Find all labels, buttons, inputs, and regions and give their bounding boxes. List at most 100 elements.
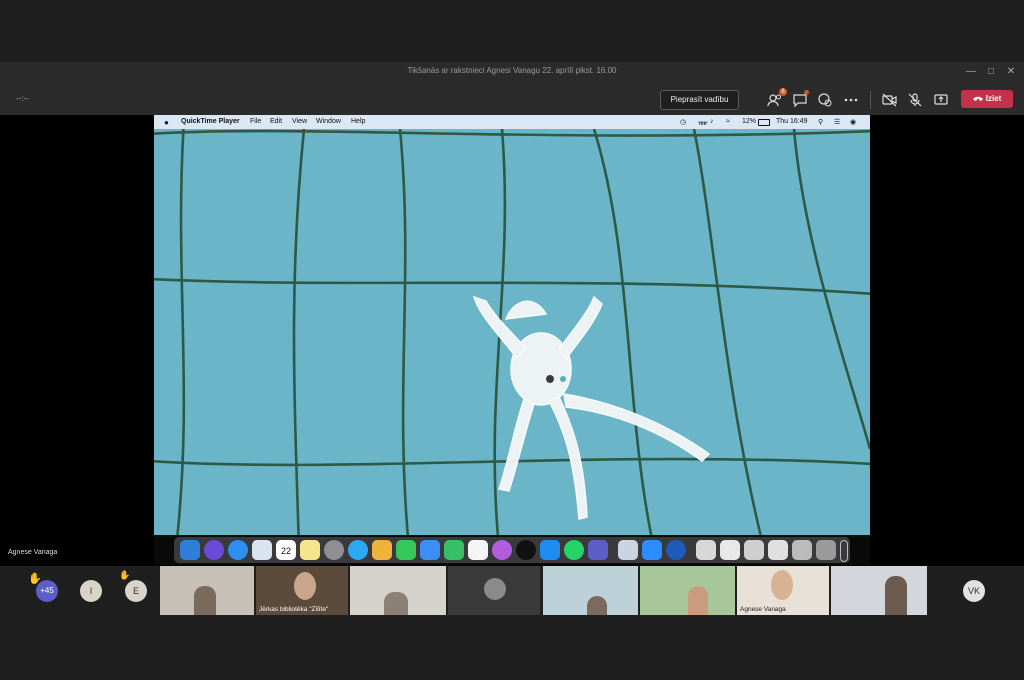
podcasts-icon[interactable] [492,540,512,560]
mac-dock: 22 [174,537,850,563]
participant-figure [384,592,408,615]
control-center-icon: ☰ [834,119,841,126]
battery-percent: 12% [742,118,757,125]
toolbar-separator [870,91,871,109]
person-placeholder-icon [484,578,506,600]
menu-help: Help [351,118,366,125]
downloads-thumb-icon[interactable] [792,540,812,560]
system-preferences-icon[interactable] [324,540,344,560]
participant-avatar-i[interactable]: I [80,580,102,602]
menu-view: View [292,118,308,125]
wifi-icon: ≈ [726,118,730,125]
participant-label: Agnese Vanaga [740,606,786,613]
shared-screen: ● QuickTime Player File Edit View Window… [154,115,870,565]
microphone-toggle-button[interactable] [907,92,923,108]
music-icon[interactable] [468,540,488,560]
teams-icon[interactable] [588,540,608,560]
participant-figure [688,586,708,615]
siri-icon: ◉ [850,119,857,126]
participant-tile-agnese[interactable]: Agnese Vanaga [737,566,829,615]
mac-menu-bar: ● QuickTime Player File Edit View Window… [154,115,870,129]
participant-tile[interactable] [160,566,254,615]
request-control-button[interactable]: Pieprasīt vadību [660,90,739,110]
trash-icon[interactable] [840,540,848,562]
participant-label: Jērkas bibliotēka "Zīlīte" [259,606,329,613]
close-button[interactable]: ✕ [1004,65,1018,79]
share-content-button[interactable] [933,92,949,108]
edge-icon[interactable] [666,540,686,560]
minimize-button[interactable]: — [964,65,978,79]
menu-app-name: QuickTime Player [181,118,240,125]
people-button[interactable]: 6 [767,88,787,108]
camera-off-icon [882,93,897,107]
menu-edit: Edit [270,118,283,125]
shared-video [154,118,870,550]
camera-toggle-button[interactable] [882,92,898,108]
volume-icon: ♪ [710,118,714,125]
participant-avatar-e[interactable]: E [125,580,147,602]
siri-dock-icon[interactable] [204,540,224,560]
bottom-letterbox [0,616,1024,680]
preview-icon[interactable] [618,540,638,560]
folder-thumb-icon[interactable] [720,540,740,560]
mac-dock-area: 22 [154,535,870,565]
calendar-icon[interactable]: 22 [276,540,296,560]
participant-tile-camera-off[interactable] [448,566,540,615]
finder-icon[interactable] [180,540,200,560]
participant-face [294,572,316,600]
meeting-toolbar: --:-- Pieprasīt vadību 6 Iziet [0,84,1024,115]
participant-avatar-vk[interactable]: VK [963,580,985,602]
raised-hand-icon: ✋ [119,570,131,580]
participant-tile-library[interactable]: Jērkas bibliotēka "Zīlīte" [256,566,348,615]
participant-tile[interactable] [640,566,735,615]
title-bar: Tikšanās ar rakstnieci Agnesi Vanagu 22.… [0,62,1024,84]
maximize-button[interactable]: □ [984,65,998,79]
people-count-badge: 6 [779,88,787,96]
reactions-button[interactable] [817,92,833,108]
participant-figure [194,586,216,615]
spotlight-icon: ⚲ [818,119,824,126]
window-title: Tikšanās ar rakstnieci Agnesi Vanagu 22.… [407,66,617,75]
meeting-timer: --:-- [16,94,29,103]
chat-button[interactable] [792,90,809,108]
apple-tv-icon[interactable] [516,540,536,560]
apple-icon: ● [164,118,169,127]
app-store-icon[interactable] [540,540,560,560]
participant-figure [885,576,907,615]
participant-tile[interactable] [831,566,927,615]
time-machine-icon: ◷ [680,119,687,126]
chat-unread-dot [804,90,809,95]
menu-file: File [250,118,262,125]
leave-label: Iziet [985,94,1002,103]
participant-figure [587,596,607,615]
participant-tile[interactable] [543,566,638,615]
share-screen-icon [934,94,948,105]
presenter-name: Agnese Vanaga [8,549,58,556]
battery-icon [758,119,770,126]
image-thumb-icon[interactable] [744,540,764,560]
screenshot-thumb-icon[interactable] [768,540,788,560]
phone-hangup-icon [972,96,983,101]
reactions-icon [818,93,832,107]
ellipsis-icon [844,98,858,102]
photo-thumb-icon[interactable] [816,540,836,560]
notes-icon[interactable] [300,540,320,560]
raised-hand-icon: ✋ [28,573,42,585]
whatsapp-icon[interactable] [564,540,584,560]
more-actions-button[interactable] [843,92,859,108]
participant-tile[interactable] [350,566,446,615]
messages-icon[interactable] [348,540,368,560]
leave-button[interactable]: Iziet [961,90,1013,108]
document-thumb-icon[interactable] [696,540,716,560]
menu-window: Window [316,118,341,125]
zoom-icon[interactable] [642,540,662,560]
pages-icon[interactable] [372,540,392,560]
numbers-icon[interactable] [444,540,464,560]
participant-face [771,570,793,600]
video-frame-image [154,118,870,550]
facetime-icon[interactable] [396,540,416,560]
microphone-off-icon [908,93,922,107]
mail-icon[interactable] [252,540,272,560]
safari-icon[interactable] [228,540,248,560]
keynote-icon[interactable] [420,540,440,560]
